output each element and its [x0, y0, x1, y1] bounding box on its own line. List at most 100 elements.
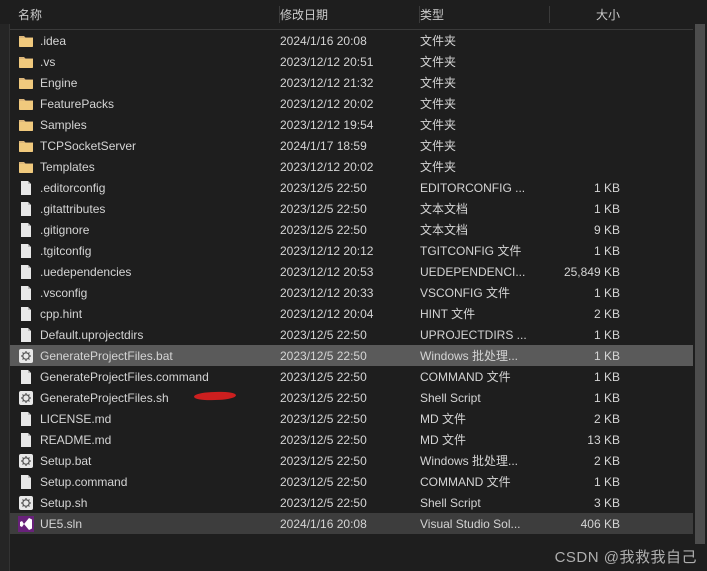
- file-list: .idea2024/1/16 20:08文件夹.vs2023/12/12 20:…: [0, 30, 707, 571]
- folder-icon: [18, 159, 34, 175]
- file-name-label: .gitignore: [40, 223, 89, 237]
- folder-icon: [18, 54, 34, 70]
- file-name-cell: FeaturePacks: [0, 96, 280, 112]
- folder-icon: [18, 138, 34, 154]
- file-row[interactable]: TCPSocketServer 2024/1/17 18:59文件夹: [0, 135, 707, 156]
- folder-icon: [18, 117, 34, 133]
- file-type-cell: MD 文件: [420, 431, 550, 448]
- file-row[interactable]: GenerateProjectFiles.command2023/12/5 22…: [0, 366, 707, 387]
- file-row[interactable]: Samples2023/12/12 19:54文件夹: [0, 114, 707, 135]
- file-row[interactable]: GenerateProjectFiles.bat2023/12/5 22:50W…: [0, 345, 707, 366]
- file-type-cell: 文件夹: [420, 53, 550, 70]
- file-name-cell: README.md: [0, 432, 280, 448]
- file-name-label: Default.uprojectdirs: [40, 328, 143, 342]
- file-date-cell: 2023/12/5 22:50: [280, 370, 420, 384]
- file-row[interactable]: UE5.sln2024/1/16 20:08Visual Studio Sol.…: [0, 513, 707, 534]
- file-date-cell: 2023/12/5 22:50: [280, 349, 420, 363]
- file-icon: [18, 243, 34, 259]
- vs-icon: [18, 516, 34, 532]
- file-type-cell: Visual Studio Sol...: [420, 517, 550, 531]
- file-date-cell: 2023/12/5 22:50: [280, 328, 420, 342]
- file-row[interactable]: Setup.bat2023/12/5 22:50Windows 批处理...2 …: [0, 450, 707, 471]
- file-row[interactable]: Setup.command2023/12/5 22:50COMMAND 文件1 …: [0, 471, 707, 492]
- file-row[interactable]: .vsconfig2023/12/12 20:33VSCONFIG 文件1 KB: [0, 282, 707, 303]
- file-date-cell: 2023/12/12 21:32: [280, 76, 420, 90]
- file-name-label: .editorconfig: [40, 181, 105, 195]
- file-type-cell: UPROJECTDIRS ...: [420, 328, 550, 342]
- file-name-cell: .editorconfig: [0, 180, 280, 196]
- scrollbar-thumb[interactable]: [695, 24, 705, 544]
- file-date-cell: 2023/12/12 20:33: [280, 286, 420, 300]
- column-header-row: 名称 修改日期 类型 大小: [0, 0, 707, 30]
- folder-icon: [18, 33, 34, 49]
- file-name-cell: .idea: [0, 33, 280, 49]
- file-type-cell: 文件夹: [420, 116, 550, 133]
- file-date-cell: 2023/12/5 22:50: [280, 475, 420, 489]
- column-header-size[interactable]: 大小: [550, 6, 650, 23]
- file-row[interactable]: .gitignore2023/12/5 22:50文本文档9 KB: [0, 219, 707, 240]
- file-type-cell: COMMAND 文件: [420, 368, 550, 385]
- file-type-cell: HINT 文件: [420, 305, 550, 322]
- file-size-cell: 1 KB: [550, 244, 650, 258]
- file-row[interactable]: .editorconfig2023/12/5 22:50EDITORCONFIG…: [0, 177, 707, 198]
- file-date-cell: 2023/12/12 20:02: [280, 97, 420, 111]
- file-name-label: README.md: [40, 433, 111, 447]
- file-size-cell: 1 KB: [550, 286, 650, 300]
- file-name-cell: UE5.sln: [0, 516, 280, 532]
- column-header-type[interactable]: 类型: [420, 6, 550, 23]
- file-date-cell: 2023/12/5 22:50: [280, 433, 420, 447]
- file-size-cell: 25,849 KB: [550, 265, 650, 279]
- file-name-label: .tgitconfig: [40, 244, 91, 258]
- file-type-cell: Windows 批处理...: [420, 347, 550, 364]
- file-name-cell: .vsconfig: [0, 285, 280, 301]
- file-row[interactable]: Setup.sh2023/12/5 22:50Shell Script3 KB: [0, 492, 707, 513]
- file-name-cell: Default.uprojectdirs: [0, 327, 280, 343]
- file-row[interactable]: .idea2024/1/16 20:08文件夹: [0, 30, 707, 51]
- gear-icon: [18, 348, 34, 364]
- file-row[interactable]: Engine2023/12/12 21:32文件夹: [0, 72, 707, 93]
- file-name-cell: Setup.bat: [0, 453, 280, 469]
- file-row[interactable]: Default.uprojectdirs 2023/12/5 22:50UPROJ…: [0, 324, 707, 345]
- file-name-cell: .gitignore: [0, 222, 280, 238]
- file-type-cell: 文本文档: [420, 200, 550, 217]
- file-type-cell: 文件夹: [420, 137, 550, 154]
- file-name-label: GenerateProjectFiles.sh: [40, 391, 169, 405]
- scrollbar[interactable]: [693, 24, 707, 571]
- file-name-cell: Templates: [0, 159, 280, 175]
- file-name-cell: Setup.command: [0, 474, 280, 490]
- file-date-cell: 2024/1/16 20:08: [280, 517, 420, 531]
- file-row[interactable]: .vs2023/12/12 20:51文件夹: [0, 51, 707, 72]
- file-row[interactable]: README.md 2023/12/5 22:50MD 文件13 KB: [0, 429, 707, 450]
- file-row[interactable]: Templates2023/12/12 20:02文件夹: [0, 156, 707, 177]
- file-size-cell: 1 KB: [550, 181, 650, 195]
- file-row[interactable]: LICENSE.md2023/12/5 22:50MD 文件2 KB: [0, 408, 707, 429]
- file-name-cell: cpp.hint: [0, 306, 280, 322]
- file-row[interactable]: GenerateProjectFiles.sh2023/12/5 22:50Sh…: [0, 387, 707, 408]
- file-name-label: TCPSocketServer: [40, 139, 136, 153]
- file-size-cell: 2 KB: [550, 454, 650, 468]
- column-header-date[interactable]: 修改日期: [280, 6, 420, 23]
- file-name-cell: .uedependencies: [0, 264, 280, 280]
- file-date-cell: 2023/12/12 19:54: [280, 118, 420, 132]
- file-name-label: LICENSE.md: [40, 412, 111, 426]
- gear-icon: [18, 453, 34, 469]
- gear-icon: [18, 390, 34, 406]
- file-date-cell: 2023/12/5 22:50: [280, 181, 420, 195]
- file-type-cell: Shell Script: [420, 496, 550, 510]
- column-header-name[interactable]: 名称: [0, 6, 280, 23]
- file-row[interactable]: FeaturePacks2023/12/12 20:02文件夹: [0, 93, 707, 114]
- file-size-cell: 1 KB: [550, 370, 650, 384]
- file-row[interactable]: .uedependencies2023/12/12 20:53UEDEPENDE…: [0, 261, 707, 282]
- file-date-cell: 2024/1/17 18:59: [280, 139, 420, 153]
- file-name-cell: GenerateProjectFiles.bat: [0, 348, 280, 364]
- file-size-cell: 2 KB: [550, 412, 650, 426]
- file-type-cell: COMMAND 文件: [420, 473, 550, 490]
- file-size-cell: 13 KB: [550, 433, 650, 447]
- file-icon: [18, 264, 34, 280]
- file-row[interactable]: .tgitconfig 2023/12/12 20:12TGITCONFIG 文件…: [0, 240, 707, 261]
- file-type-cell: TGITCONFIG 文件: [420, 242, 550, 259]
- file-date-cell: 2023/12/12 20:12: [280, 244, 420, 258]
- file-row[interactable]: cpp.hint2023/12/12 20:04HINT 文件2 KB: [0, 303, 707, 324]
- file-size-cell: 2 KB: [550, 307, 650, 321]
- file-row[interactable]: .gitattributes2023/12/5 22:50文本文档1 KB: [0, 198, 707, 219]
